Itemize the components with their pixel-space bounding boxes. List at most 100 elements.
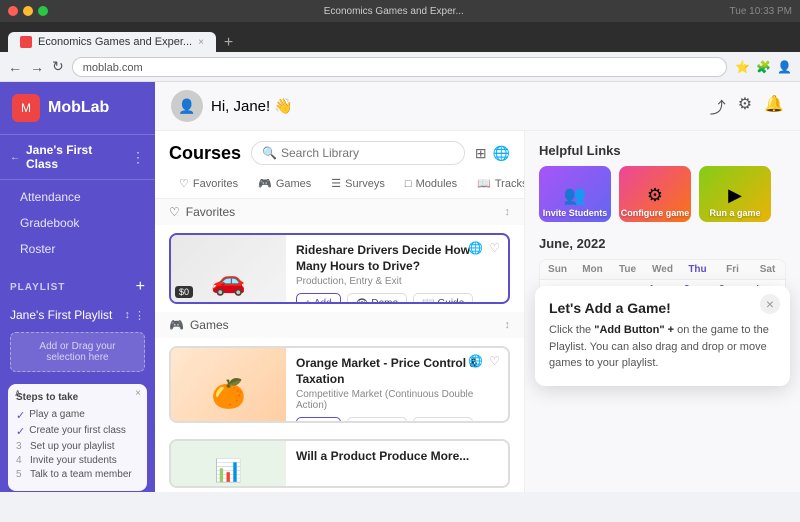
url-bar[interactable]: moblab.com	[72, 57, 727, 77]
tracks-icon: 📖	[477, 177, 491, 190]
tooltip-close-btn[interactable]: ×	[760, 294, 780, 314]
tab-bar: Economics Games and Exper... × +	[0, 22, 800, 52]
playlist-menu-icon[interactable]: ⋮	[134, 309, 145, 322]
games-section-title: 🎮 Games	[169, 318, 229, 332]
notification-icon[interactable]: 🔔	[764, 94, 784, 118]
sidebar-playlist-item[interactable]: Jane's First Playlist ↕ ⋮	[0, 304, 155, 326]
tooltip-popup: × Let's Add a Game! Click the "Add Butto…	[535, 286, 790, 386]
demo-btn-2[interactable]: 👁 Demo	[347, 417, 407, 423]
module-icon: □	[405, 178, 412, 190]
eye-icon-2: 👁	[356, 422, 369, 423]
steps-toggle-btn[interactable]: ∧	[14, 388, 21, 399]
course-subtitle-1: Production, Entry & Exit	[296, 276, 498, 287]
course-image-3: 📊	[171, 441, 286, 486]
profile-icon[interactable]: 👤	[777, 60, 792, 74]
header-icons: ⤴ ⚙ 🔔	[710, 94, 784, 118]
heart-icon-2[interactable]: ♡	[489, 354, 500, 368]
gamepad-icon: 🎮	[258, 177, 272, 190]
course-image-orange: 🍊	[171, 348, 286, 421]
tab-favorites[interactable]: ♡ Favorites	[169, 171, 248, 198]
tooltip-bold: "Add Button" +	[594, 324, 674, 336]
tab-surveys[interactable]: ☰ Surveys	[321, 171, 395, 198]
step-1: ✓ Play a game	[16, 409, 139, 422]
sidebar-class-menu-icon[interactable]: ⋮	[131, 149, 145, 166]
tooltip-title: Let's Add a Game!	[549, 300, 776, 316]
drag-drop-area[interactable]: Add or Drag your selection here	[10, 332, 145, 372]
favorites-section-header: ♡ Favorites ↕	[155, 199, 524, 225]
search-input[interactable]	[281, 146, 454, 160]
browser-tab[interactable]: Economics Games and Exper... ×	[8, 32, 216, 52]
cal-fri: Fri	[715, 260, 750, 279]
tab-close-btn[interactable]: ×	[198, 37, 204, 48]
courses-panel: Courses 🔍 ⊞ 🌐 ♡ Favorites	[155, 131, 525, 492]
add-playlist-btn[interactable]: +	[136, 278, 145, 296]
step-check-icon: ✓	[16, 409, 25, 422]
courses-tabs: ♡ Favorites 🎮 Games ☰ Surveys □ Modules	[155, 171, 524, 199]
add-btn-2[interactable]: + Add	[296, 417, 341, 423]
cal-tue: Tue	[610, 260, 645, 279]
cal-sun: Sun	[540, 260, 575, 279]
games-section-header: 🎮 Games ↕	[155, 312, 524, 338]
nav-icons: ⭐ 🧩 👤	[735, 60, 792, 74]
price-badge: $0	[175, 286, 193, 298]
sidebar-item-gradebook[interactable]: Gradebook	[0, 210, 155, 236]
list-icon: ☰	[331, 177, 341, 190]
course-subtitle-2: Competitive Market (Continuous Double Ac…	[296, 389, 498, 411]
globe-icon-2[interactable]: 🌐	[468, 354, 483, 368]
main-header: 👤 Hi, Jane! 👋 ⤴ ⚙ 🔔	[155, 82, 800, 131]
greeting-text: Hi, Jane! 👋	[211, 97, 293, 115]
step-5-label: Talk to a team member	[30, 469, 132, 480]
main-body: Courses 🔍 ⊞ 🌐 ♡ Favorites	[155, 131, 800, 492]
sort-icon[interactable]: ↕	[125, 309, 131, 322]
course-info-1: 🌐 ♡ Rideshare Drivers Decide How Many Ho…	[286, 235, 508, 302]
steps-close-btn[interactable]: ×	[135, 388, 141, 399]
plus-icon-2: +	[305, 422, 311, 423]
step-num: 3	[16, 441, 26, 452]
new-tab-btn[interactable]: +	[224, 34, 233, 52]
plus-icon: +	[305, 298, 311, 304]
step-1-label: Play a game	[29, 409, 85, 420]
step-4-label: Invite your students	[30, 455, 117, 466]
url-text: moblab.com	[83, 62, 143, 74]
demo-btn-1[interactable]: 👁 Demo	[347, 293, 407, 304]
refresh-btn[interactable]: ↻	[52, 58, 64, 75]
sort-icon-games: ↕	[505, 319, 511, 331]
course-info-3: Will a Product Produce More...	[286, 441, 508, 486]
search-bar[interactable]: 🔍	[251, 141, 465, 165]
guide-btn-2[interactable]: 📖 Guide	[413, 417, 473, 423]
sidebar-class[interactable]: ← Jane's First Class ⋮	[0, 135, 155, 180]
globe-icon[interactable]: 🌐	[468, 241, 483, 255]
help-card-configure[interactable]: ⚙ Configure game	[619, 166, 691, 222]
grid-view-icon[interactable]: ⊞	[475, 145, 487, 162]
tab-modules[interactable]: □ Modules	[395, 171, 467, 198]
guide-btn-1[interactable]: 📖 Guide	[413, 293, 473, 304]
help-label-configure: Configure game	[621, 208, 690, 218]
bookmark-icon[interactable]: ⭐	[735, 60, 750, 74]
help-card-invite[interactable]: 👥 Invite Students	[539, 166, 611, 222]
courses-view-icons: ⊞ 🌐	[475, 145, 510, 162]
heart-icon[interactable]: ♡	[489, 241, 500, 255]
add-btn-1[interactable]: + Add	[296, 293, 341, 304]
sidebar-item-attendance[interactable]: Attendance	[0, 184, 155, 210]
greeting-section: 👤 Hi, Jane! 👋	[171, 90, 293, 122]
sidebar-nav: Attendance Gradebook Roster	[0, 180, 155, 266]
help-card-run[interactable]: ▶ Run a game	[699, 166, 771, 222]
app-container: M MobLab ← Jane's First Class ⋮ Attendan…	[0, 82, 800, 492]
step-3: 3 Set up your playlist	[16, 441, 139, 452]
forward-btn[interactable]: →	[30, 59, 44, 75]
logout-icon[interactable]: ⤴	[710, 94, 726, 118]
tooltip-body: Click the "Add Button" + on the game to …	[549, 322, 776, 372]
settings-icon[interactable]: ⚙	[738, 94, 752, 118]
right-panel: Helpful Links 👥 Invite Students ⚙ Config…	[525, 131, 800, 492]
courses-header: Courses 🔍 ⊞ 🌐	[155, 131, 524, 171]
back-arrow-icon: ←	[10, 152, 20, 163]
back-btn[interactable]: ←	[8, 59, 22, 75]
extension-icon[interactable]: 🧩	[756, 60, 771, 74]
tab-games[interactable]: 🎮 Games	[248, 171, 321, 198]
step-5: 5 Talk to a team member	[16, 469, 139, 480]
globe-icon[interactable]: 🌐	[493, 145, 510, 162]
course-action-icons-2: 🌐 ♡	[468, 354, 500, 368]
sidebar-item-roster[interactable]: Roster	[0, 236, 155, 262]
fav-heart-icon: ♡	[169, 205, 180, 219]
tab-tracks[interactable]: 📖 Tracks	[467, 171, 525, 198]
